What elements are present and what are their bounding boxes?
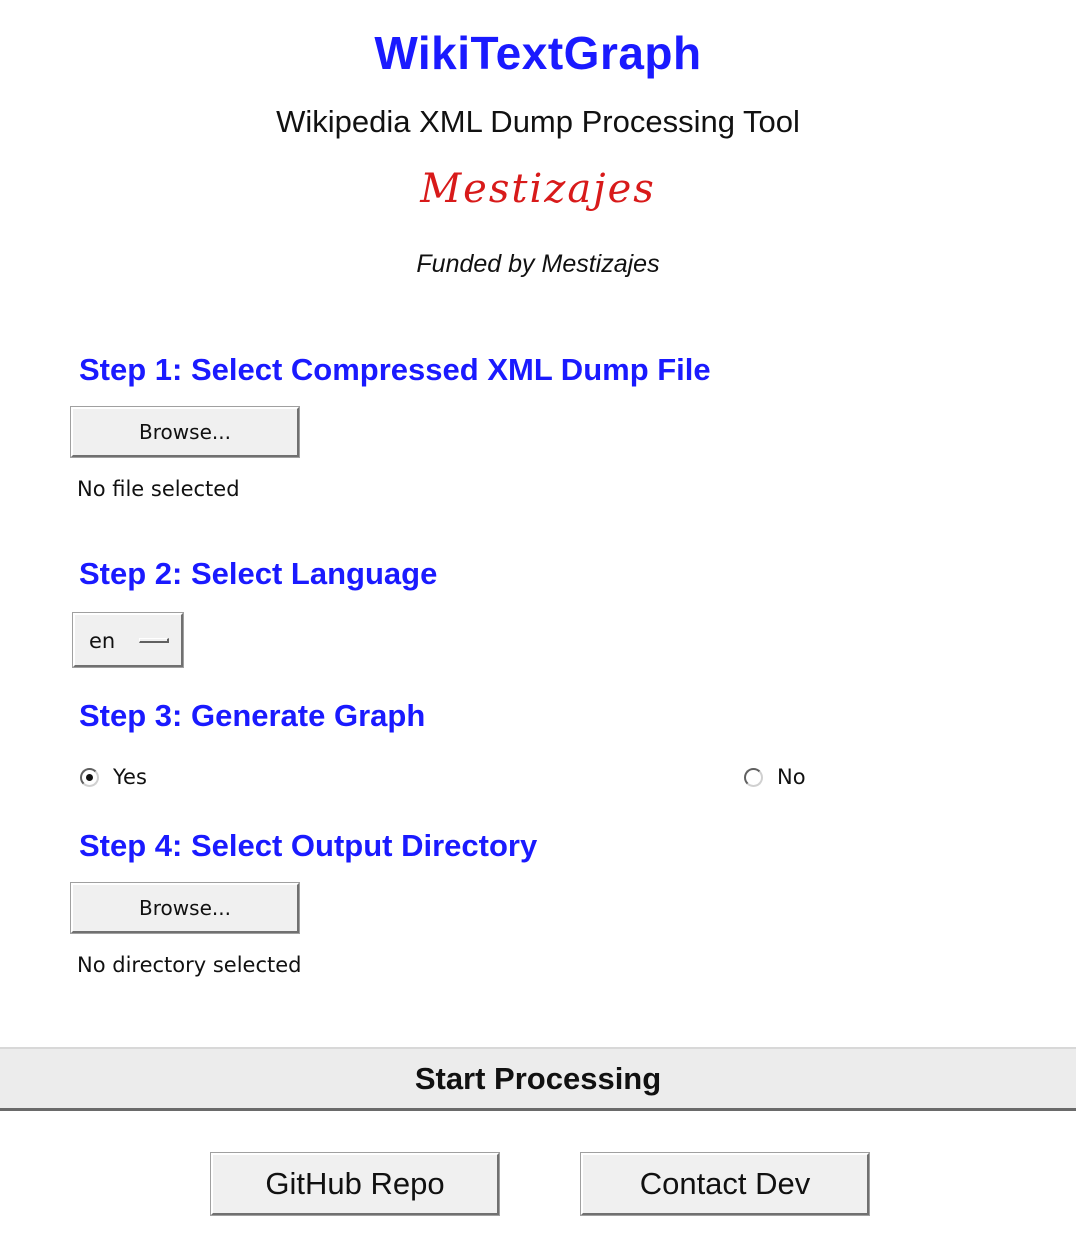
language-select-value: en xyxy=(89,629,116,653)
step3-heading: Step 3: Generate Graph xyxy=(79,698,426,733)
browse-file-button[interactable]: Browse... xyxy=(70,406,300,458)
graph-yes-radio[interactable]: Yes xyxy=(80,762,147,792)
app-subtitle: Wikipedia XML Dump Processing Tool xyxy=(276,104,800,139)
app-window: WikiTextGraph Wikipedia XML Dump Process… xyxy=(0,0,1076,1260)
step4-heading: Step 4: Select Output Directory xyxy=(79,828,538,863)
browse-directory-button[interactable]: Browse... xyxy=(70,882,300,934)
dropdown-indicator-icon xyxy=(139,638,169,643)
start-processing-button[interactable]: Start Processing xyxy=(0,1047,1076,1111)
github-repo-button[interactable]: GitHub Repo xyxy=(210,1152,500,1216)
step1-heading: Step 1: Select Compressed XML Dump File xyxy=(79,352,711,387)
radio-unchecked-icon xyxy=(744,767,763,787)
graph-no-label: No xyxy=(777,765,806,789)
radio-checked-icon xyxy=(80,767,99,787)
funded-by-text: Funded by Mestizajes xyxy=(416,250,660,278)
graph-no-radio[interactable]: No xyxy=(744,762,806,792)
graph-yes-label: Yes xyxy=(113,765,147,789)
language-select[interactable]: en xyxy=(72,612,184,668)
mestizajes-logo: Mestizajes xyxy=(420,166,656,212)
contact-dev-button[interactable]: Contact Dev xyxy=(580,1152,870,1216)
app-title: WikiTextGraph xyxy=(374,27,702,79)
step2-heading: Step 2: Select Language xyxy=(79,556,438,591)
directory-status-text: No directory selected xyxy=(77,953,302,977)
file-status-text: No file selected xyxy=(77,477,240,501)
